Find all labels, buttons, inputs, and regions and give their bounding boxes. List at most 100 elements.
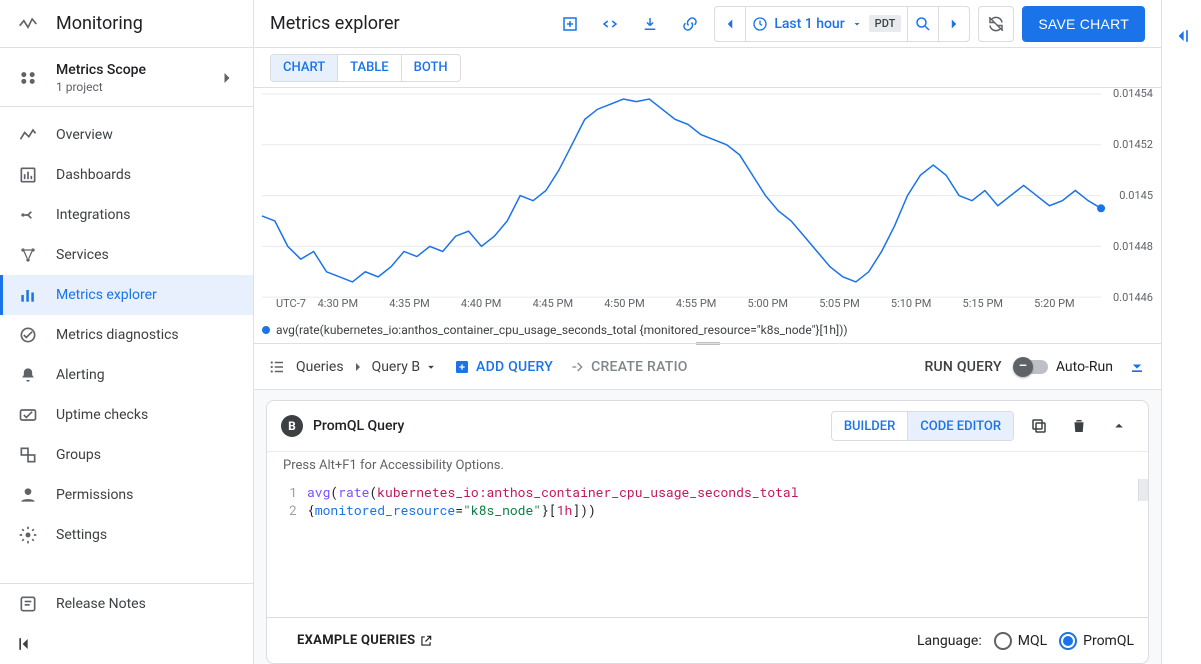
run-query-button[interactable]: RUN QUERY <box>924 359 1001 375</box>
time-next-button[interactable] <box>939 7 969 41</box>
line-number: 2 <box>267 501 307 519</box>
nav-icon <box>16 523 40 547</box>
nav-label: Metrics explorer <box>56 287 157 303</box>
dropdown-caret-icon <box>424 360 438 374</box>
time-zoom-button[interactable] <box>908 7 938 41</box>
timezone-badge: PDT <box>869 15 902 32</box>
query-card-header: B PromQL Query BUILDER CODE EDITOR <box>267 401 1148 451</box>
nav-label: Groups <box>56 447 101 463</box>
nav-icon <box>16 403 40 427</box>
x-tick-label: 4:50 PM <box>604 297 644 310</box>
download-button[interactable] <box>634 8 666 40</box>
ratio-icon <box>569 359 585 375</box>
line-number: 1 <box>267 483 307 501</box>
collapse-query-button[interactable] <box>1127 357 1147 377</box>
metrics-scope-selector[interactable]: Metrics Scope 1 project <box>0 48 253 107</box>
x-tick-label: 5:20 PM <box>1034 297 1074 310</box>
view-api-button[interactable] <box>594 8 626 40</box>
chart-legend[interactable]: avg(rate(kubernetes_io:anthos_container_… <box>262 323 848 337</box>
language-mql-radio[interactable]: MQL <box>994 632 1047 650</box>
auto-run-toggle[interactable]: – <box>1016 360 1048 374</box>
clock-icon <box>752 16 768 32</box>
sidebar-item-permissions[interactable]: Permissions <box>0 475 253 515</box>
sidebar-item-services[interactable]: Services <box>0 235 253 275</box>
chart-area[interactable]: 0.014460.014480.01450.014520.01454 UTC-7… <box>254 88 1161 344</box>
sidebar-item-release-notes[interactable]: Release Notes <box>0 584 253 624</box>
create-ratio-button: CREATE RATIO <box>569 359 688 375</box>
resize-handle[interactable] <box>694 340 722 346</box>
query-bar: Queries Query B ADD QUERY CREATE RATIO R… <box>254 344 1161 390</box>
time-prev-button[interactable] <box>715 7 745 41</box>
nav-label: Permissions <box>56 487 133 503</box>
nav-icon <box>16 363 40 387</box>
sidebar-item-metrics-diagnostics[interactable]: Metrics diagnostics <box>0 315 253 355</box>
collapse-sidebar-button[interactable] <box>0 624 253 664</box>
sidebar-item-uptime-checks[interactable]: Uptime checks <box>0 395 253 435</box>
time-range-group: Last 1 hour PDT <box>714 6 970 42</box>
sidebar-item-groups[interactable]: Groups <box>0 435 253 475</box>
sidebar-item-settings[interactable]: Settings <box>0 515 253 555</box>
save-chart-button[interactable]: SAVE CHART <box>1022 6 1145 42</box>
content: Metrics explorer Last 1 hour <box>254 0 1161 664</box>
language-selector: Language: MQL PromQL <box>917 632 1134 650</box>
builder-button[interactable]: BUILDER <box>832 412 907 440</box>
nav-icon <box>16 443 40 467</box>
query-selector[interactable]: Query B <box>372 359 438 375</box>
nav-label: Integrations <box>56 207 130 223</box>
collapse-card-button[interactable] <box>1104 411 1134 441</box>
x-tick-label: 4:30 PM <box>318 297 358 310</box>
nav-icon <box>16 203 40 227</box>
nav-icon <box>16 243 40 267</box>
time-range-selector[interactable]: Last 1 hour PDT <box>746 7 907 41</box>
language-label: Language: <box>917 633 982 649</box>
x-tick-label: 4:35 PM <box>389 297 429 310</box>
nav-label: Settings <box>56 527 107 543</box>
queries-list-icon[interactable] <box>268 358 286 376</box>
accessibility-hint: Press Alt+F1 for Accessibility Options. <box>267 451 1148 479</box>
share-link-button[interactable] <box>674 8 706 40</box>
minimap <box>1138 479 1148 501</box>
language-promql-radio[interactable]: PromQL <box>1059 632 1134 650</box>
query-badge: B <box>281 415 303 437</box>
scope-subtitle: 1 project <box>56 80 217 94</box>
chevron-right-icon <box>350 359 366 375</box>
tab-chart[interactable]: CHART <box>271 55 337 81</box>
chevron-right-icon <box>217 68 237 88</box>
add-query-button[interactable]: ADD QUERY <box>454 359 553 375</box>
x-tick-label: 4:55 PM <box>676 297 716 310</box>
nav-icon <box>16 283 40 307</box>
promql-editor[interactable]: 1avg(rate(kubernetes_io:anthos_container… <box>267 479 1148 617</box>
sidebar-item-integrations[interactable]: Integrations <box>0 195 253 235</box>
nav-label: Alerting <box>56 367 105 383</box>
add-to-dashboard-button[interactable] <box>554 8 586 40</box>
dropdown-caret-icon <box>851 18 863 30</box>
nav-icon <box>16 163 40 187</box>
nav-label: Overview <box>56 127 113 143</box>
delete-button[interactable] <box>1064 411 1094 441</box>
expand-right-panel-button[interactable] <box>1172 26 1192 46</box>
code-content: {monitored_resource="k8s_node"}[1h])) <box>307 501 596 519</box>
example-queries-link[interactable]: EXAMPLE QUERIES <box>297 633 433 648</box>
code-content: avg(rate(kubernetes_io:anthos_container_… <box>307 483 799 501</box>
nav-icon <box>16 123 40 147</box>
sidebar-item-metrics-explorer[interactable]: Metrics explorer <box>0 275 253 315</box>
queries-label: Queries <box>296 359 344 375</box>
sidebar-item-dashboards[interactable]: Dashboards <box>0 155 253 195</box>
y-tick-label: 0.01452 <box>1113 138 1153 151</box>
legend-text: avg(rate(kubernetes_io:anthos_container_… <box>276 323 848 337</box>
tab-both[interactable]: BOTH <box>401 55 460 81</box>
tab-table[interactable]: TABLE <box>337 55 401 81</box>
y-tick-label: 0.0145 <box>1119 189 1153 202</box>
code-editor-button[interactable]: CODE EDITOR <box>907 412 1013 440</box>
sidebar-item-overview[interactable]: Overview <box>0 115 253 155</box>
nav-label: Dashboards <box>56 167 131 183</box>
x-tick-label: 5:15 PM <box>963 297 1003 310</box>
legend-marker <box>262 326 270 334</box>
monitoring-icon <box>16 12 40 36</box>
auto-refresh-toggle[interactable] <box>978 6 1014 42</box>
sidebar-item-alerting[interactable]: Alerting <box>0 355 253 395</box>
nav-label: Metrics diagnostics <box>56 327 179 343</box>
page-title: Metrics explorer <box>270 13 546 34</box>
copy-button[interactable] <box>1024 411 1054 441</box>
nav-label: Release Notes <box>56 596 146 612</box>
